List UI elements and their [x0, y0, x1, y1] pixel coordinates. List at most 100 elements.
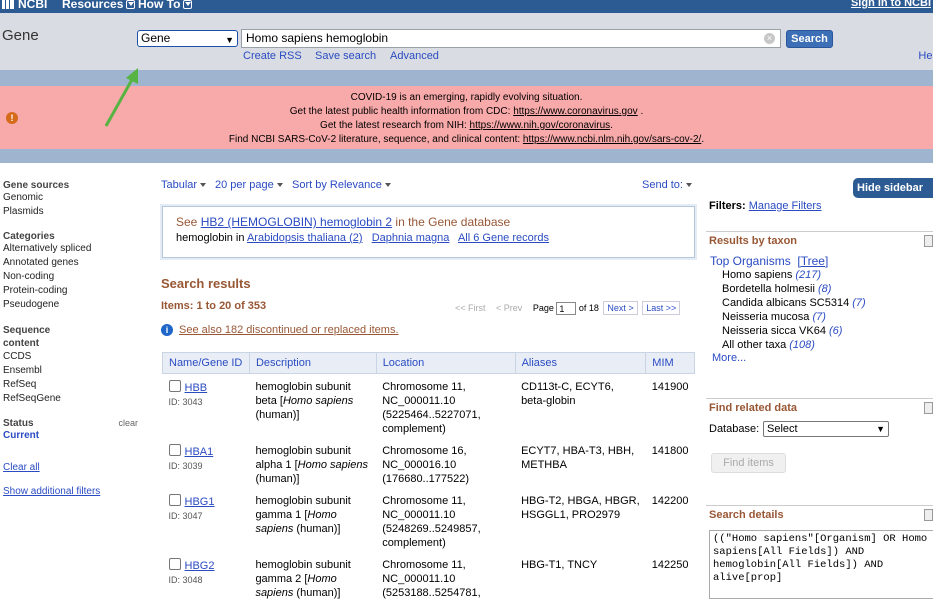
taxon-row[interactable]: Bordetella holmesii (8)	[706, 282, 933, 296]
filter-non-coding[interactable]: Non-coding	[3, 270, 143, 284]
filter-pseudogene[interactable]: Pseudogene	[3, 298, 143, 312]
ncbi-logo[interactable]: NCBI	[2, 0, 47, 11]
howto-label: How To	[138, 0, 181, 11]
gene-link[interactable]: HBG1	[185, 496, 215, 508]
prev-page-button[interactable]: < Prev	[496, 303, 522, 313]
row-checkbox[interactable]	[168, 494, 181, 506]
advanced-link[interactable]: Advanced	[390, 50, 439, 62]
desc-tail: (human)]	[293, 523, 341, 535]
per-page-menu[interactable]: 20 per page	[215, 179, 283, 191]
pager: << First < Prev Page 1 of 18 Next > Last…	[455, 301, 681, 316]
desc-tail: (human)]	[255, 473, 300, 485]
resources-menu[interactable]: Resources	[62, 0, 136, 11]
filter-ccds[interactable]: CCDS	[3, 350, 143, 364]
related-database-select[interactable]: Select ▼	[763, 421, 889, 437]
page-number-input[interactable]: 1	[556, 302, 577, 316]
filters-label: Filters:	[709, 200, 746, 212]
row-mim: 141800	[651, 445, 689, 457]
collapse-toggle-icon[interactable]	[924, 235, 933, 247]
chevron-down-icon	[384, 183, 391, 188]
howto-menu[interactable]: How To	[138, 0, 193, 11]
row-aliases: HBG-T1, TNCY	[521, 559, 598, 571]
more-taxa-link[interactable]: More...	[706, 352, 933, 364]
find-items-button[interactable]: Find items	[711, 453, 786, 473]
filter-plasmids[interactable]: Plasmids	[3, 205, 143, 219]
gene-link[interactable]: HBB	[185, 382, 208, 394]
filter-genomic[interactable]: Genomic	[3, 191, 143, 205]
row-checkbox[interactable]	[168, 558, 181, 570]
filter-alternatively-spliced[interactable]: Alternatively spliced	[3, 242, 143, 256]
arabidopsis-link[interactable]: Arabidopsis thaliana (2)	[247, 232, 363, 244]
row-location: Chromosome 11, NC_000011.10 (5253188..52…	[382, 559, 481, 599]
next-page-button[interactable]: Next >	[603, 301, 638, 315]
taxon-count: (108)	[789, 339, 815, 351]
hide-sidebar-button[interactable]: Hide sidebar >>	[853, 178, 933, 214]
last-page-button[interactable]: Last >>	[642, 301, 681, 315]
row-name-cell: HBA1 ID: 3039	[163, 438, 250, 488]
discontinued-items-link[interactable]: See also 182 discontinued or replaced it…	[179, 324, 399, 336]
taxon-count: (6)	[829, 325, 843, 337]
collapse-toggle-icon[interactable]	[924, 402, 933, 414]
row-mim: 142250	[651, 559, 689, 571]
taxon-row[interactable]: Homo sapiens (217)	[706, 268, 933, 282]
first-page-button[interactable]: << First	[455, 303, 486, 313]
status-clear-link[interactable]: clear	[118, 418, 138, 428]
sign-in-link[interactable]: Sign in to NCBI	[851, 0, 931, 9]
gene-id: ID: 3047	[168, 511, 203, 521]
results-table: Name/Gene ID Description Location Aliase…	[162, 352, 695, 602]
taxon-name: Bordetella holmesii	[722, 283, 815, 295]
tree-link[interactable]: [Tree]	[797, 254, 828, 268]
desc-organism: Homo sapiens	[297, 459, 368, 471]
filter-protein-coding[interactable]: Protein-coding	[3, 284, 143, 298]
all-gene-records-link[interactable]: All 6 Gene records	[458, 232, 549, 244]
sars-cov-2-link[interactable]: https://www.ncbi.nlm.nih.gov/sars-cov-2/	[523, 134, 701, 145]
row-location: Chromosome 11, NC_000011.10 (5248269..52…	[382, 495, 481, 549]
search-details-textarea[interactable]: (("Homo sapiens"[Organism] OR Homo sapie…	[709, 530, 933, 599]
clear-all-link[interactable]: Clear all	[3, 461, 143, 475]
filter-annotated-genes[interactable]: Annotated genes	[3, 256, 143, 270]
filter-refseqgene[interactable]: RefSeqGene	[3, 392, 143, 406]
send-to-menu[interactable]: Send to:	[642, 179, 692, 191]
search-button[interactable]: Search	[786, 30, 833, 48]
row-aliases: ECYT7, HBA-T3, HBH, METHBA	[521, 445, 635, 471]
filter-ensembl[interactable]: Ensembl	[3, 364, 143, 378]
col-mim[interactable]: MIM	[645, 352, 695, 374]
col-description[interactable]: Description	[248, 352, 377, 374]
daphnia-link[interactable]: Daphnia magna	[372, 232, 450, 244]
chevron-down-icon	[276, 183, 283, 188]
row-checkbox[interactable]	[168, 444, 181, 456]
gene-link[interactable]: HBG2	[185, 560, 215, 572]
taxon-row[interactable]: All other taxa (108)	[706, 338, 933, 352]
manage-filters-link[interactable]: Manage Filters	[749, 200, 822, 212]
create-rss-link[interactable]: Create RSS	[243, 50, 302, 62]
taxon-count: (217)	[795, 269, 822, 281]
database-select[interactable]: Gene ▼	[137, 30, 238, 47]
sort-menu[interactable]: Sort by Relevance	[292, 179, 391, 191]
taxon-row[interactable]: Candida albicans SC5314 (7)	[706, 296, 933, 310]
cdc-link[interactable]: https://www.coronavirus.gov	[513, 106, 638, 117]
filter-current[interactable]: Current	[3, 429, 143, 443]
save-search-link[interactable]: Save search	[315, 50, 376, 62]
show-additional-filters-link[interactable]: Show additional filters	[3, 485, 143, 499]
search-input[interactable]: Homo sapiens hemoglobin ×	[241, 29, 781, 48]
col-name-gene-id[interactable]: Name/Gene ID	[162, 352, 250, 374]
taxon-name: Homo sapiens	[722, 269, 793, 281]
row-checkbox[interactable]	[168, 380, 181, 392]
nih-link[interactable]: https://www.nih.gov/coronavirus	[470, 120, 611, 131]
gene-link[interactable]: HBA1	[185, 446, 214, 458]
col-aliases[interactable]: Aliases	[514, 352, 647, 374]
alert-line-4: Find NCBI SARS-CoV-2 literature, sequenc…	[228, 134, 705, 145]
collapse-toggle-icon[interactable]	[924, 509, 933, 521]
clear-icon[interactable]: ×	[764, 33, 775, 44]
see-also-gene-box: See HB2 (HEMOGLOBIN) hemoglobin 2 in the…	[162, 206, 695, 258]
col-location[interactable]: Location	[375, 352, 516, 374]
hb2-link[interactable]: HB2 (HEMOGLOBIN) hemoglobin 2	[201, 215, 392, 229]
taxon-row[interactable]: Neisseria mucosa (7)	[706, 310, 933, 324]
taxon-row[interactable]: Neisseria sicca VK64 (6)	[706, 324, 933, 338]
format-menu[interactable]: Tabular	[161, 179, 207, 191]
page-label: Page	[532, 303, 554, 313]
filter-refseq[interactable]: RefSeq	[3, 378, 143, 392]
help-link[interactable]: Help	[918, 50, 933, 62]
filters-line: Filters: Manage Filters	[709, 200, 822, 212]
row-description: hemoglobin subunit beta [Homo sapiens (h…	[249, 374, 376, 439]
